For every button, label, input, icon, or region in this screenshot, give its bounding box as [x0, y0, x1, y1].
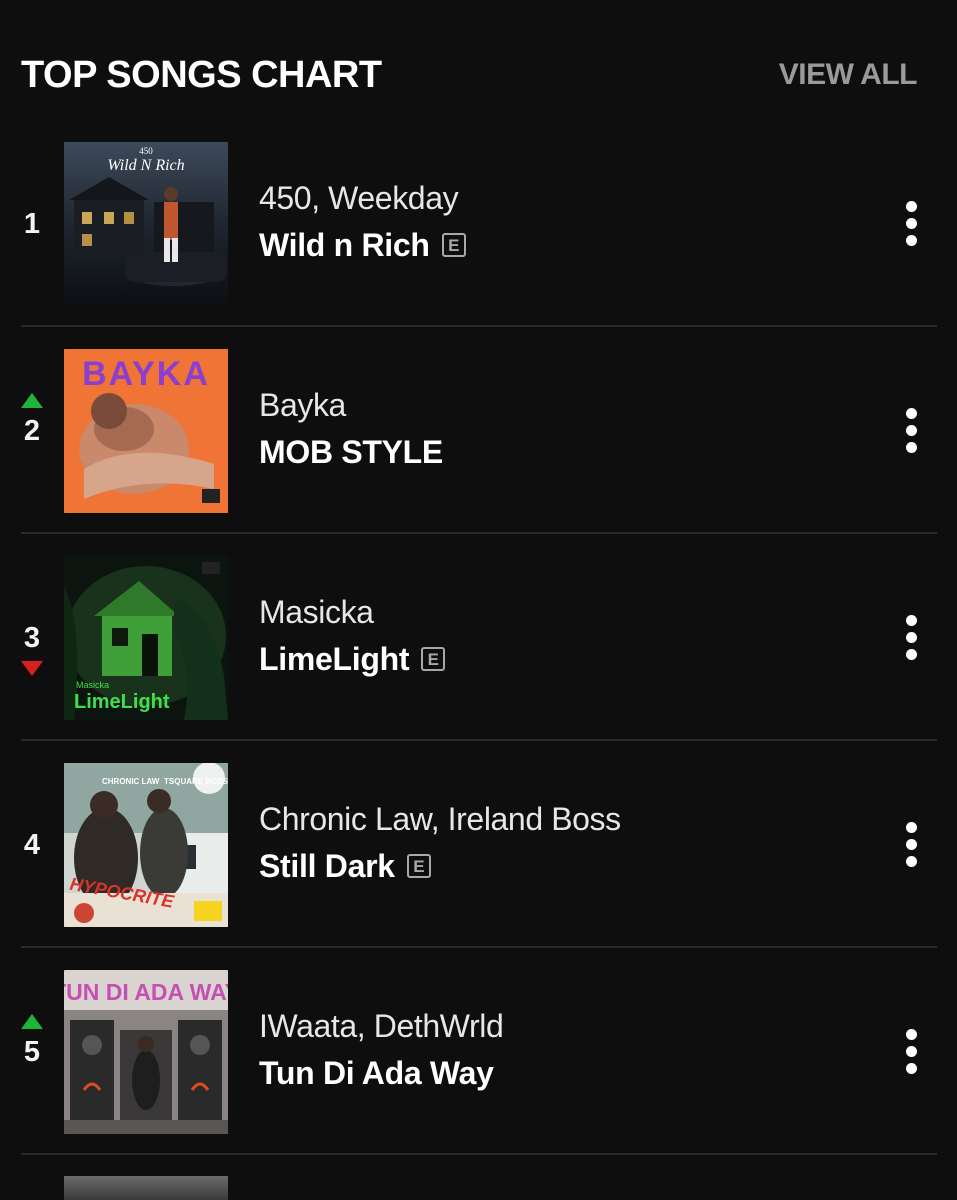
song-title-row: Tun Di Ada Way: [259, 1052, 857, 1094]
more-options-icon[interactable]: [899, 327, 923, 534]
album-art-image: 450 Wild N Rich: [64, 142, 228, 306]
view-all-link[interactable]: VIEW ALL: [779, 58, 918, 92]
trend-up-icon: [21, 1013, 43, 1029]
artist-name[interactable]: IWaata, DethWrld: [259, 1006, 857, 1046]
dot: [905, 201, 917, 212]
song-title-row: Wild n Rich E: [259, 224, 857, 266]
rank-number: 3: [23, 621, 41, 654]
song-meta: Masicka LimeLight E: [259, 592, 857, 680]
album-art-text-right: TSQUARE BOSS: [164, 777, 228, 786]
song-row[interactable]: 3 Masicka LimeLight Masicka LimeLight E: [0, 534, 957, 741]
album-art[interactable]: Masicka LimeLight: [64, 556, 228, 720]
dot: [905, 856, 917, 867]
dot: [905, 235, 917, 246]
album-art-text-main: BAYKA: [82, 355, 210, 393]
album-art-image: CHRONIC LAW TSQUARE BOSS HYPOCRITE: [64, 763, 228, 927]
explicit-badge: E: [441, 233, 466, 257]
rank-indicator: 2: [14, 327, 50, 534]
next-album-art-partial[interactable]: [64, 1176, 228, 1200]
rank-number: 1: [23, 207, 41, 240]
rank-number: 5: [23, 1035, 41, 1068]
song-title-row: LimeLight E: [259, 638, 857, 680]
song-meta: Chronic Law, Ireland Boss Still Dark E: [259, 799, 857, 887]
chart-title: TOP SONGS CHART: [21, 53, 382, 96]
album-art-text-left: CHRONIC LAW: [102, 777, 160, 786]
top-songs-chart-page: TOP SONGS CHART VIEW ALL 1 450 Wild N Ri…: [0, 0, 957, 1200]
song-title[interactable]: Still Dark: [259, 845, 395, 887]
more-options-icon[interactable]: [899, 741, 923, 948]
dot: [905, 408, 917, 419]
album-art-image: TUN DI ADA WAY: [64, 970, 228, 1134]
album-art[interactable]: TUN DI ADA WAY: [64, 970, 228, 1134]
song-title-row: Still Dark E: [259, 845, 857, 887]
more-options-icon[interactable]: [899, 534, 923, 741]
dot: [905, 425, 917, 436]
song-title[interactable]: Tun Di Ada Way: [259, 1052, 494, 1094]
rank-indicator: 1: [14, 120, 50, 327]
song-title[interactable]: Wild n Rich: [259, 224, 430, 266]
dot: [905, 615, 917, 626]
album-art[interactable]: CHRONIC LAW TSQUARE BOSS HYPOCRITE: [64, 763, 228, 927]
dot: [905, 442, 917, 453]
song-title[interactable]: LimeLight: [259, 638, 409, 680]
dot: [905, 632, 917, 643]
dot: [905, 1063, 917, 1074]
album-art[interactable]: BAYKA: [64, 349, 228, 513]
song-list: 1 450 Wild N Rich 450, Weekday Wild n Ri…: [0, 120, 957, 1155]
album-art-text-main: TUN DI ADA WAY: [64, 979, 228, 1005]
dot: [905, 839, 917, 850]
row-divider: [21, 1153, 937, 1155]
rank-indicator: 5: [14, 948, 50, 1155]
explicit-badge: E: [421, 647, 446, 671]
trend-down-icon: [21, 660, 43, 676]
album-art-text-top: 450: [139, 146, 153, 156]
album-art-text-top: Masicka: [76, 680, 109, 690]
artist-name[interactable]: Bayka: [259, 385, 857, 425]
album-art[interactable]: 450 Wild N Rich: [64, 142, 228, 306]
dot: [905, 649, 917, 660]
album-art-text-main: Wild N Rich: [107, 157, 184, 174]
rank-number: 2: [23, 414, 41, 447]
song-row[interactable]: 1 450 Wild N Rich 450, Weekday Wild n Ri…: [0, 120, 957, 327]
song-title[interactable]: MOB STYLE: [259, 431, 443, 473]
dot: [905, 822, 917, 833]
song-meta: 450, Weekday Wild n Rich E: [259, 178, 857, 266]
dot: [905, 218, 917, 229]
trend-up-icon: [21, 392, 43, 408]
song-title-row: MOB STYLE: [259, 431, 857, 473]
more-options-icon[interactable]: [899, 948, 923, 1155]
song-meta: Bayka MOB STYLE: [259, 385, 857, 473]
chart-header: TOP SONGS CHART VIEW ALL: [21, 50, 918, 100]
more-options-icon[interactable]: [899, 120, 923, 327]
album-art-image: Masicka LimeLight: [64, 556, 228, 720]
dot: [905, 1029, 917, 1040]
song-meta: IWaata, DethWrld Tun Di Ada Way: [259, 1006, 857, 1094]
album-art-image: BAYKA: [64, 349, 228, 513]
rank-indicator: 3: [14, 534, 50, 741]
rank-indicator: 4: [14, 741, 50, 948]
explicit-badge: E: [406, 854, 431, 878]
artist-name[interactable]: Chronic Law, Ireland Boss: [259, 799, 857, 839]
song-row[interactable]: 5 TUN DI ADA WAY: [0, 948, 957, 1155]
song-row[interactable]: 2 BAYKA Bayka MOB STYLE: [0, 327, 957, 534]
song-row[interactable]: 4 CHRONIC LAW TSQUARE BOSS HYPOCRITE Chr…: [0, 741, 957, 948]
dot: [905, 1046, 917, 1057]
artist-name[interactable]: 450, Weekday: [259, 178, 857, 218]
artist-name[interactable]: Masicka: [259, 592, 857, 632]
album-art-text-main: LimeLight: [74, 691, 170, 713]
rank-number: 4: [23, 828, 41, 861]
